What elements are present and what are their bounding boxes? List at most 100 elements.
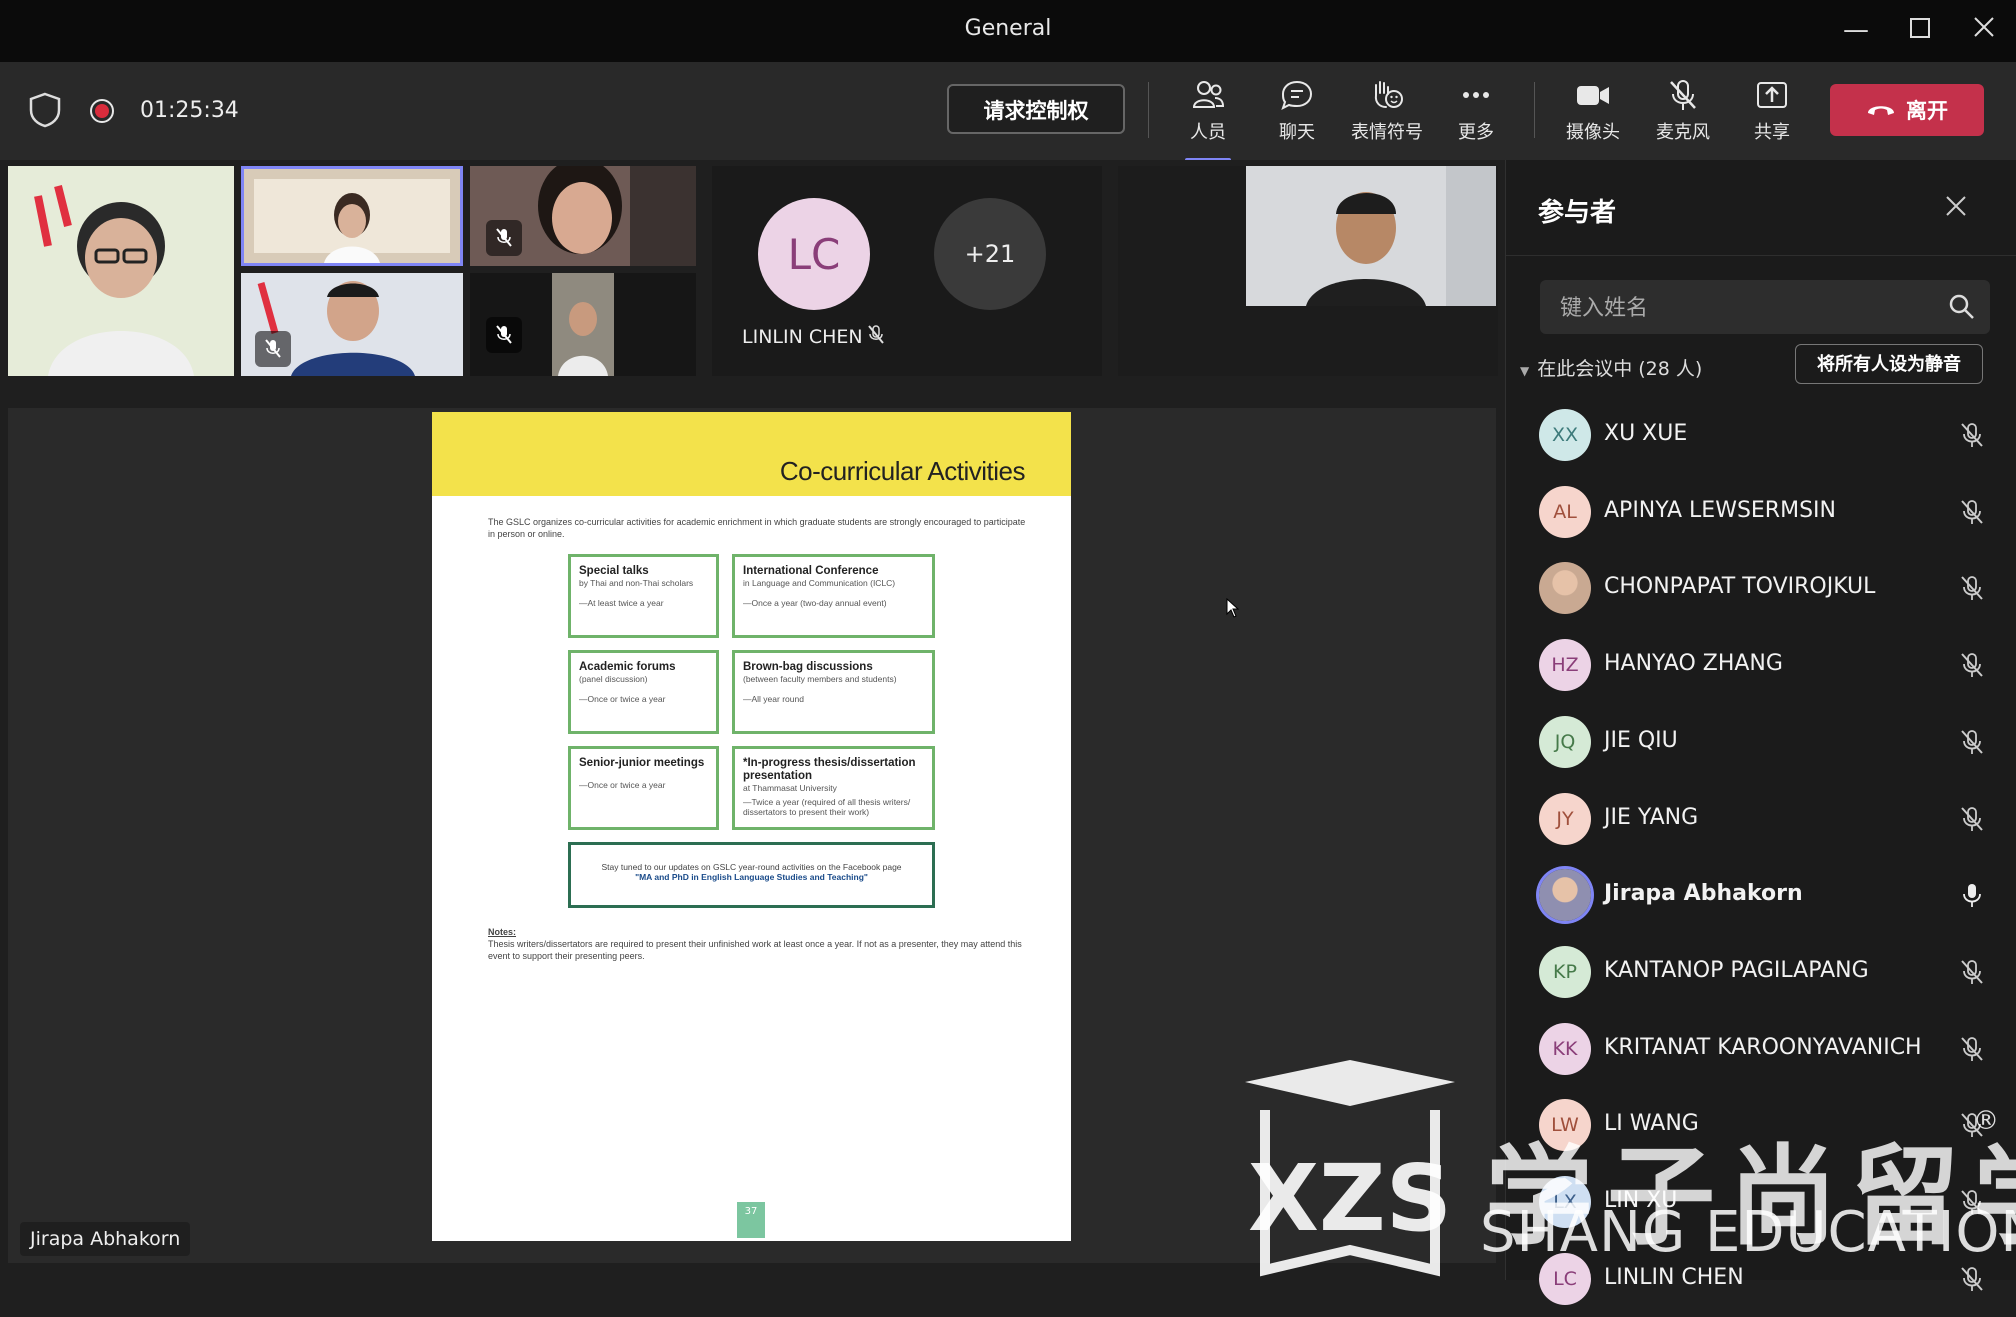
activity-box: Senior-junior meetings —Once or twice a … bbox=[568, 746, 719, 830]
in-meeting-section-header[interactable]: ▼ 在此会议中 (28 人) bbox=[1520, 354, 1702, 381]
avatar: LC bbox=[758, 198, 870, 310]
hang-up-icon bbox=[1866, 98, 1896, 122]
participant-row[interactable]: JQ JIE QIU bbox=[1506, 704, 2016, 780]
people-button[interactable]: 人员 bbox=[1168, 78, 1248, 162]
overflow-count-button[interactable]: +21 bbox=[934, 198, 1046, 310]
participant-row[interactable]: JY JIE YANG bbox=[1506, 781, 2016, 857]
activity-sub: at Thammasat University bbox=[743, 783, 837, 793]
mic-off-icon bbox=[1958, 805, 1986, 837]
speaker-name-label: Jirapa Abhakorn bbox=[20, 1222, 191, 1256]
share-label: 共享 bbox=[1754, 122, 1790, 143]
leave-button[interactable]: 离开 bbox=[1830, 84, 1984, 136]
chat-label: 聊天 bbox=[1279, 122, 1315, 143]
raise-hand-emoji-icon bbox=[1347, 78, 1427, 112]
mic-off-icon bbox=[1958, 421, 1986, 453]
share-upload-icon bbox=[1732, 78, 1812, 112]
participant-search bbox=[1540, 280, 1990, 336]
participant-name: LIN XU bbox=[1604, 1188, 1678, 1213]
mute-all-button[interactable]: 将所有人设为静音 bbox=[1795, 344, 1983, 384]
participant-row[interactable]: HZ HANYAO ZHANG bbox=[1506, 627, 2016, 703]
activity-frequency: —Once or twice a year bbox=[579, 780, 666, 790]
people-icon bbox=[1168, 78, 1248, 112]
mic-on-icon bbox=[1958, 881, 1986, 913]
activity-sub: (panel discussion) bbox=[579, 674, 648, 684]
mic-off-icon bbox=[1958, 574, 1986, 606]
share-button[interactable]: 共享 bbox=[1732, 78, 1812, 144]
people-label: 人员 bbox=[1190, 122, 1226, 143]
participant-row[interactable]: AL APINYA LEWSERMSIN bbox=[1506, 474, 2016, 550]
activity-heading: Special talks bbox=[579, 565, 649, 577]
in-meeting-count: 在此会议中 (28 人) bbox=[1537, 358, 1703, 380]
mic-off-icon bbox=[1958, 1111, 1986, 1143]
participant-row[interactable]: CHONPAPAT TOVIROJKUL bbox=[1506, 550, 2016, 626]
shield-icon[interactable] bbox=[28, 92, 62, 132]
title-bar: General — bbox=[0, 0, 2016, 62]
activity-box: Special talks by Thai and non-Thai schol… bbox=[568, 554, 719, 638]
toolbar-divider bbox=[1148, 82, 1149, 138]
participant-row[interactable]: XX XU XUE bbox=[1506, 397, 2016, 473]
video-tile-participant[interactable] bbox=[241, 273, 463, 376]
notes-label: Notes: bbox=[488, 927, 517, 937]
activity-heading: Senior-junior meetings bbox=[579, 757, 705, 769]
activity-box: Brown-bag discussions (between faculty m… bbox=[732, 650, 935, 734]
mic-off-icon bbox=[486, 220, 522, 256]
mic-off-icon bbox=[1958, 1188, 1986, 1220]
panel-divider bbox=[1506, 255, 2016, 256]
participant-search-input[interactable] bbox=[1540, 280, 1942, 336]
more-button[interactable]: 更多 bbox=[1436, 78, 1516, 144]
avatar: KP bbox=[1539, 945, 1591, 998]
activity-box: International Conference in Language and… bbox=[732, 554, 935, 638]
recording-icon bbox=[89, 98, 115, 128]
participant-row[interactable]: Jirapa Abhakorn bbox=[1506, 857, 2016, 933]
activity-heading: Brown-bag discussions bbox=[743, 661, 873, 673]
video-tile-presenter[interactable] bbox=[8, 166, 234, 376]
participant-row[interactable]: LC LINLIN CHEN bbox=[1506, 1241, 2016, 1317]
activity-frequency: —All year round bbox=[743, 694, 804, 704]
activity-sub: in Language and Communication (ICLC) bbox=[743, 578, 896, 588]
video-tile-participant-large[interactable] bbox=[1118, 166, 1498, 376]
participant-name: LI WANG bbox=[1604, 1111, 1699, 1137]
participant-row[interactable]: KP KANTANOP PAGILAPANG bbox=[1506, 934, 2016, 1010]
participant-name: APINYA LEWSERMSIN bbox=[1604, 497, 1836, 523]
avatar: AL bbox=[1539, 485, 1591, 538]
video-tile-participant[interactable] bbox=[470, 273, 696, 376]
participant-name: JIE QIU bbox=[1604, 727, 1678, 753]
activity-frequency: —Twice a year (required of all thesis wr… bbox=[743, 797, 911, 817]
chat-button[interactable]: 聊天 bbox=[1257, 78, 1337, 144]
close-icon[interactable] bbox=[1964, 12, 2004, 48]
leave-label: 离开 bbox=[1906, 99, 1948, 123]
activity-frequency: —Once or twice a year bbox=[579, 694, 666, 704]
avatar bbox=[1539, 869, 1591, 922]
avatar: HZ bbox=[1539, 639, 1591, 692]
microphone-button[interactable]: 麦克风 bbox=[1643, 78, 1723, 144]
mic-off-icon bbox=[255, 331, 291, 367]
mic-muted-icon bbox=[1643, 78, 1723, 112]
mic-off-icon bbox=[1958, 728, 1986, 760]
toolbar-divider bbox=[1534, 82, 1535, 138]
participant-row[interactable]: LX LIN XU bbox=[1506, 1164, 2016, 1240]
video-tile-active-speaker[interactable] bbox=[241, 166, 463, 266]
camera-button[interactable]: 摄像头 bbox=[1553, 78, 1633, 144]
camera-icon bbox=[1553, 78, 1633, 112]
search-icon[interactable] bbox=[1948, 293, 1976, 325]
minimize-icon[interactable]: — bbox=[1836, 12, 1876, 48]
stay-tuned-text: Stay tuned to our updates on GSLC year-r… bbox=[601, 862, 902, 872]
activity-box: *In-progress thesis/dissertation present… bbox=[732, 746, 935, 830]
avatar bbox=[1539, 562, 1591, 615]
microphone-label: 麦克风 bbox=[1656, 122, 1710, 143]
participant-name: Jirapa Abhakorn bbox=[1604, 881, 1803, 907]
video-tile-participant[interactable] bbox=[470, 166, 696, 266]
video-tile-linlin-chen[interactable]: LC LINLIN CHEN +21 bbox=[712, 166, 1102, 376]
request-control-button[interactable]: 请求控制权 bbox=[947, 84, 1125, 134]
participant-row[interactable]: LW LI WANG bbox=[1506, 1087, 2016, 1163]
participant-name: JIE YANG bbox=[1604, 804, 1699, 830]
close-panel-icon[interactable] bbox=[1944, 188, 1968, 226]
slide-page-number: 37 bbox=[737, 1202, 765, 1238]
maximize-icon[interactable] bbox=[1900, 12, 1940, 48]
participant-row[interactable]: KK KRITANAT KAROONYAVANICH bbox=[1506, 1011, 2016, 1087]
panel-title: 参与者 bbox=[1538, 198, 1617, 228]
mic-off-icon bbox=[1958, 958, 1986, 990]
activity-sub: by Thai and non-Thai scholars bbox=[579, 578, 694, 588]
reactions-button[interactable]: 表情符号 bbox=[1347, 78, 1427, 144]
slide-notes: Notes: Thesis writers/dissertators are r… bbox=[488, 926, 1028, 962]
